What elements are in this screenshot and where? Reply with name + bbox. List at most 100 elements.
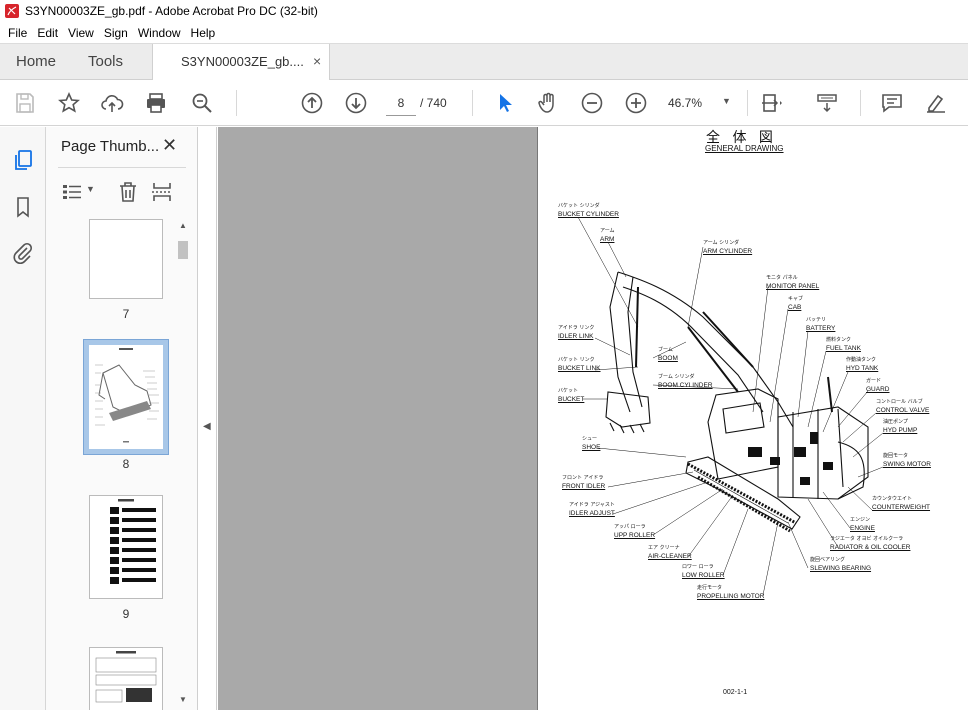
fit-page-icon[interactable] xyxy=(760,91,784,115)
panel-collapse-handle[interactable]: ◀ xyxy=(198,127,217,710)
label-monitor-panel: モニタ パネル MONITOR PANEL xyxy=(766,275,820,290)
menu-edit[interactable]: Edit xyxy=(32,26,63,40)
window-title: S3YN00003ZE_gb.pdf - Adobe Acrobat Pro D… xyxy=(25,4,318,18)
thumbnail-number: 7 xyxy=(122,307,130,321)
attachments-paperclip-icon[interactable] xyxy=(11,241,35,265)
bookmarks-icon[interactable] xyxy=(11,195,35,219)
menu-view[interactable]: View xyxy=(63,26,99,40)
label-idler-link: アイドラ リンク IDLER LINK xyxy=(558,325,595,340)
page-total: / 740 xyxy=(420,96,447,110)
menu-file[interactable]: File xyxy=(3,26,32,40)
label-shoe: シュー SHOE xyxy=(582,436,601,451)
label-hyd-tank: 作動油タンク HYD TANK xyxy=(846,357,879,372)
zoom-in-icon[interactable] xyxy=(624,91,648,115)
thumbnail-page-7[interactable] xyxy=(89,219,163,299)
label-idler-adjust: アイドラ アジャスト IDLER ADJUST xyxy=(569,502,615,517)
thumbnail-page-10[interactable] xyxy=(89,647,163,710)
comment-icon[interactable] xyxy=(880,91,904,115)
previous-page-icon[interactable] xyxy=(300,91,324,115)
scrollbar-thumb[interactable] xyxy=(178,241,188,259)
thumbnail-number: 9 xyxy=(122,607,130,621)
collapse-left-chevron-icon[interactable]: ◀ xyxy=(203,421,211,432)
label-arm: アーム ARM xyxy=(600,228,615,243)
label-radiator-oil-cooler: ラジエータ オヨビ オイルクーラ RADIATOR & OIL COOLER xyxy=(830,536,911,551)
select-cursor-icon[interactable] xyxy=(493,91,517,115)
label-arm-cylinder: アーム シリンダ ARM CYLINDER xyxy=(703,240,753,255)
thumbnail-page-9[interactable] xyxy=(89,495,163,599)
tab-tools[interactable]: Tools xyxy=(88,44,123,80)
acrobat-icon xyxy=(5,4,19,18)
menu-help[interactable]: Help xyxy=(186,26,221,40)
page-code: 002-1-1 xyxy=(723,689,748,696)
label-bucket-link: バケット リンク BUCKET LINK xyxy=(558,357,601,372)
close-panel-icon[interactable]: ✕ xyxy=(162,135,177,156)
label-swing-motor: 旋回モータ SWING MOTOR xyxy=(883,453,931,468)
pdf-page: 全 体 図 GENERAL DRAWING バケット シリンダ BUCKET C… xyxy=(537,127,968,710)
label-counterweight: カウンタウエイト COUNTERWEIGHT xyxy=(872,496,931,511)
label-boom: ブーム BOOM xyxy=(658,347,678,362)
toolbar-separator xyxy=(236,90,237,116)
close-tab-icon[interactable]: × xyxy=(313,53,321,69)
label-bucket-cylinder: バケット シリンダ BUCKET CYLINDER xyxy=(558,203,619,218)
label-engine: エンジン ENGINE xyxy=(850,517,875,532)
title-bar: S3YN00003ZE_gb.pdf - Adobe Acrobat Pro D… xyxy=(0,0,968,22)
label-front-idler: フロント アイドラ FRONT IDLER xyxy=(562,475,606,490)
scroll-up-chevron-icon[interactable]: ▲ xyxy=(179,221,187,230)
toolbar-separator xyxy=(860,90,861,116)
zoom-out-icon[interactable] xyxy=(580,91,604,115)
print-icon[interactable] xyxy=(144,91,168,115)
highlight-pen-icon[interactable] xyxy=(924,91,948,115)
toolbar-separator xyxy=(472,90,473,116)
menu-sign[interactable]: Sign xyxy=(99,26,133,40)
label-air-cleaner: エア クリーナ AIR-CLEANER xyxy=(648,545,692,560)
bookmark-star-icon[interactable] xyxy=(57,91,81,115)
tab-document[interactable]: S3YN00003ZE_gb.... × xyxy=(152,44,330,81)
label-bucket: バケット BUCKET xyxy=(558,388,585,403)
split-page-icon[interactable] xyxy=(150,180,174,204)
label-guard: ガード GUARD xyxy=(866,378,890,393)
label-cab: キャブ CAB xyxy=(788,296,804,311)
panel-title: Page Thumb... xyxy=(61,138,160,155)
scroll-down-chevron-icon[interactable]: ▼ xyxy=(179,695,187,704)
scroll-mode-icon[interactable] xyxy=(815,91,839,115)
thumbnail-page-8-drawing xyxy=(89,345,163,449)
label-hyd-pump: 油圧ポンプ HYD PUMP xyxy=(883,419,918,434)
zoom-dropdown-chevron-icon[interactable]: ▼ xyxy=(722,96,731,106)
thumbnail-page-9-drawing xyxy=(110,499,156,584)
thumbnail-list: 7 8 9 xyxy=(46,217,182,710)
label-fuel-tank: 燃料タンク FUEL TANK xyxy=(826,337,861,352)
thumbnail-page-8-selected[interactable] xyxy=(83,339,169,455)
thumbnail-toolbar: ▼ xyxy=(58,167,186,217)
thumbnail-number: 8 xyxy=(122,457,130,471)
label-control-valve: コントロール バルブ CONTROL VALVE xyxy=(876,399,930,414)
delete-trash-icon[interactable] xyxy=(116,180,140,204)
page-thumbnails-panel: Page Thumb... ✕ ▼ 7 8 9 ▲ ▼ xyxy=(46,127,198,710)
tab-document-label: S3YN00003ZE_gb.... xyxy=(181,54,304,69)
hand-tool-icon[interactable] xyxy=(536,91,560,115)
label-upp-roller: アッパ ローラ UPP ROLLER xyxy=(614,524,656,539)
menu-bar: File Edit View Sign Window Help xyxy=(0,22,968,43)
label-slewing-bearing: 旋回ベアリング SLEWING BEARING xyxy=(810,557,872,572)
options-menu-icon[interactable] xyxy=(60,180,84,204)
label-propelling-motor: 走行モータ PROPELLING MOTOR xyxy=(697,585,765,600)
navigation-rail xyxy=(0,127,46,710)
label-boom-cylinder: ブーム シリンダ BOOM CYLINDER xyxy=(658,374,713,389)
zoom-level-input[interactable]: 46.7% xyxy=(668,96,702,110)
thumbnail-page-10-drawing xyxy=(95,651,157,703)
thumbnail-scrollbar[interactable]: ▲ ▼ xyxy=(176,219,190,709)
page-number-input[interactable] xyxy=(386,90,416,116)
menu-window[interactable]: Window xyxy=(133,26,186,40)
options-chevron-down-icon[interactable]: ▼ xyxy=(86,184,95,194)
tab-home[interactable]: Home xyxy=(16,44,56,80)
toolbar-separator xyxy=(747,90,748,116)
label-low-roller: ロワー ローラ LOW ROLLER xyxy=(682,564,725,579)
document-viewport[interactable]: 全 体 図 GENERAL DRAWING バケット シリンダ BUCKET C… xyxy=(218,127,968,710)
upload-cloud-icon[interactable] xyxy=(100,91,124,115)
next-page-icon[interactable] xyxy=(344,91,368,115)
save-icon[interactable] xyxy=(13,91,37,115)
page-thumbnails-icon[interactable] xyxy=(11,148,35,172)
label-battery: バッテリ BATTERY xyxy=(806,317,836,332)
zoom-search-icon[interactable] xyxy=(190,91,214,115)
toolbar xyxy=(0,80,968,126)
tab-bar: Home Tools S3YN00003ZE_gb.... × xyxy=(0,43,968,81)
